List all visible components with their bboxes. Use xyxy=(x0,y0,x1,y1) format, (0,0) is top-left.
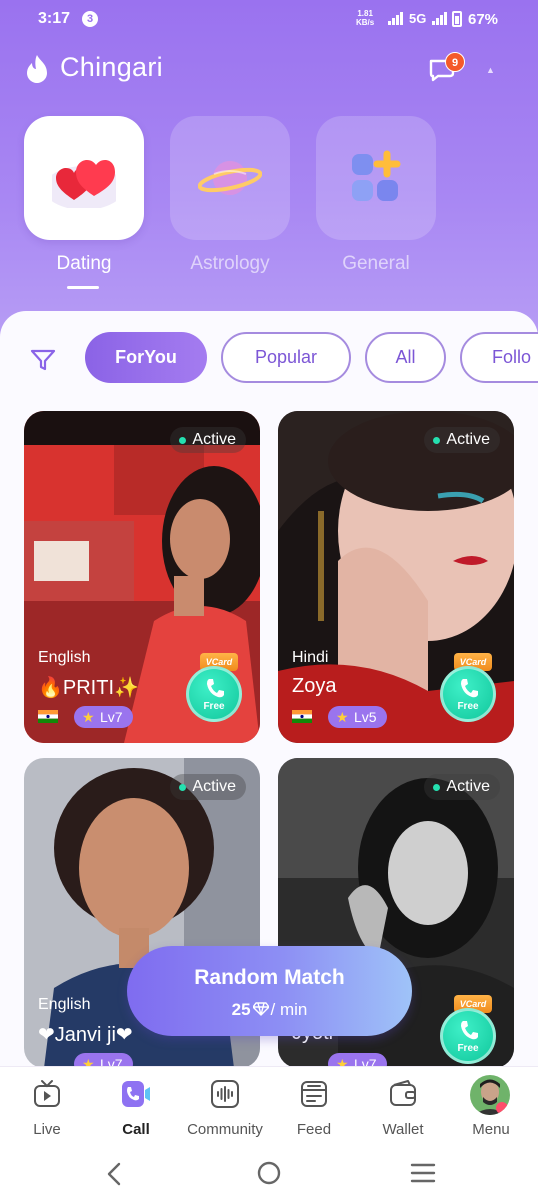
level-badge: Lv7 xyxy=(74,706,133,728)
caret-up-icon: ▲ xyxy=(486,65,495,75)
chip-all[interactable]: All xyxy=(365,332,446,383)
status-pill: Active xyxy=(170,427,246,453)
hearts-icon xyxy=(52,160,116,208)
nav-live[interactable]: Live xyxy=(2,1067,92,1151)
back-icon[interactable] xyxy=(104,1162,124,1186)
category-label-astrology: Astrology xyxy=(190,253,270,274)
recents-icon[interactable] xyxy=(410,1162,436,1184)
chip-following[interactable]: Follo xyxy=(460,332,538,383)
signal-icon-2 xyxy=(432,12,447,25)
app-header: Chingari 9 ▲ xyxy=(0,48,538,92)
call-icon xyxy=(122,1081,150,1107)
call-button[interactable]: Free xyxy=(440,666,496,722)
profile-card-1[interactable]: Active English 🔥PRITI✨ Lv7 VCard Free xyxy=(24,411,260,743)
chip-foryou[interactable]: ForYou xyxy=(85,332,207,383)
random-match-button[interactable]: Random Match 25 / min xyxy=(127,946,412,1036)
category-label-dating: Dating xyxy=(56,253,112,274)
level-badge: Lv5 xyxy=(328,706,387,728)
network-speed: 1.81 KB/s xyxy=(356,9,374,27)
nav-wallet[interactable]: Wallet xyxy=(358,1067,448,1151)
status-time: 3:17 xyxy=(38,10,71,27)
status-bar: 3:17 3 1.81 KB/s 5G 67% xyxy=(0,0,538,40)
notification-count-icon: 3 xyxy=(82,11,98,27)
nav-label: Feed xyxy=(296,1121,332,1138)
call-button[interactable]: Free xyxy=(440,1008,496,1064)
avatar xyxy=(470,1075,510,1115)
chip-popular[interactable]: Popular xyxy=(221,332,351,383)
phone-icon xyxy=(207,679,224,698)
category-astrology[interactable] xyxy=(170,116,290,240)
call-button[interactable]: Free xyxy=(186,666,242,722)
chip-following-clip: Follo xyxy=(460,332,538,383)
network-type: 5G xyxy=(409,11,427,26)
nav-label: Wallet xyxy=(382,1121,424,1138)
signal-icon xyxy=(388,12,403,25)
call-free-label: Free xyxy=(203,701,225,712)
random-match-unit: / min xyxy=(270,1000,308,1019)
nav-menu[interactable]: Menu xyxy=(446,1067,536,1151)
card-username: 🔥PRITI✨ xyxy=(38,677,139,699)
india-flag-icon xyxy=(292,710,312,723)
nav-label: Community xyxy=(187,1121,263,1138)
system-navigation-bar xyxy=(0,1150,538,1200)
nav-label: Call xyxy=(122,1121,150,1138)
card-username: ❤Janvi ji❤ xyxy=(38,1024,133,1046)
nav-community[interactable]: Community xyxy=(180,1067,270,1151)
profile-card-2[interactable]: Active Hindi Zoya Lv5 VCard Free xyxy=(278,411,514,743)
category-dating[interactable] xyxy=(24,116,144,240)
category-general[interactable] xyxy=(316,116,436,240)
card-username: Zoya xyxy=(292,675,337,697)
random-match-title: Random Match xyxy=(194,966,345,989)
card-language: English xyxy=(38,649,91,666)
nav-call[interactable]: Call xyxy=(91,1067,181,1151)
home-icon[interactable] xyxy=(256,1160,282,1186)
app-name: Chingari xyxy=(60,52,163,82)
india-flag-icon xyxy=(38,710,58,723)
random-match-price: 25 / min xyxy=(127,1000,412,1020)
avatar-image xyxy=(470,1075,510,1115)
phone-icon xyxy=(461,1021,478,1040)
tv-play-icon xyxy=(34,1080,60,1107)
status-pill: Active xyxy=(170,774,246,800)
card-language: English xyxy=(38,996,91,1013)
status-pill: Active xyxy=(424,427,500,453)
filter-icon[interactable] xyxy=(30,348,56,372)
category-label-general: General xyxy=(342,253,410,274)
phone-icon xyxy=(461,679,478,698)
feed-icon xyxy=(301,1081,327,1107)
audio-wave-icon xyxy=(211,1080,239,1108)
net-speed-value: 1.81 xyxy=(357,9,373,18)
random-match-price-value: 25 xyxy=(231,1000,251,1019)
category-selected-indicator xyxy=(67,286,99,289)
net-speed-unit: KB/s xyxy=(356,18,375,27)
nav-label: Live xyxy=(33,1121,61,1138)
status-pill: Active xyxy=(424,774,500,800)
card-language: Hindi xyxy=(292,649,329,666)
call-free-label: Free xyxy=(457,701,479,712)
nav-feed[interactable]: Feed xyxy=(269,1067,359,1151)
planet-icon xyxy=(198,161,262,195)
call-free-label: Free xyxy=(457,1043,479,1054)
battery-percent: 67% xyxy=(468,11,499,28)
bottom-navigation: Live Call Community Feed Wallet Menu xyxy=(0,1066,538,1150)
message-badge: 9 xyxy=(445,52,465,72)
flame-logo-icon xyxy=(27,55,47,83)
wallet-icon xyxy=(390,1080,416,1106)
battery-icon xyxy=(452,11,462,27)
nav-label: Menu xyxy=(472,1121,510,1138)
apps-plus-icon xyxy=(352,150,401,201)
diamond-icon xyxy=(252,1002,269,1016)
